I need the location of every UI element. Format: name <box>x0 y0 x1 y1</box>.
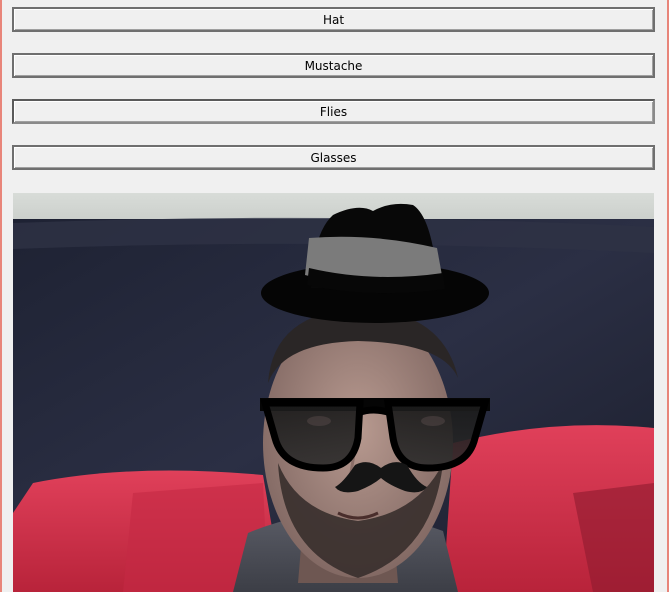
flies-button[interactable]: Flies <box>12 99 655 124</box>
hat-button[interactable]: Hat <box>12 7 655 32</box>
mustache-button[interactable]: Mustache <box>12 53 655 78</box>
webcam-feed <box>13 193 654 592</box>
glasses-button[interactable]: Glasses <box>12 145 655 170</box>
